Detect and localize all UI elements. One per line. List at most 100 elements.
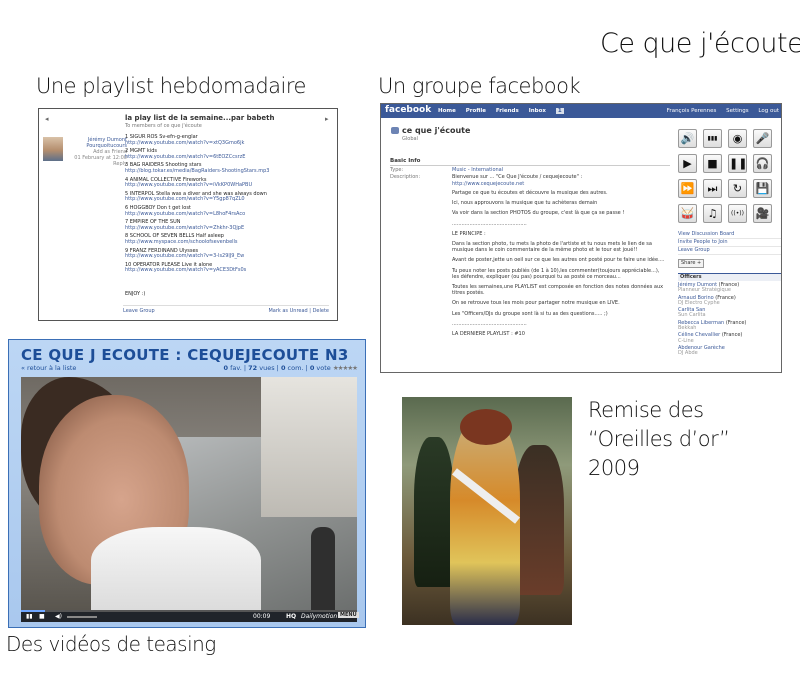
video-person-scarf (91, 527, 261, 610)
caption-facebook: Un groupe facebook (378, 74, 581, 98)
message-signoff: ENJOY :) (125, 291, 146, 297)
menu-button[interactable]: MENU (338, 612, 359, 618)
track-link[interactable]: http://www.myspace.com/schoolofsevenbell… (125, 239, 331, 246)
share-label: Share (681, 260, 696, 266)
photo-figure-center (450, 417, 520, 625)
facebook-logo[interactable]: facebook (385, 105, 431, 115)
officer-item: Rebecca Liberman (France) Bekkah (678, 319, 781, 332)
page-title: Ce que j'écoute (600, 28, 800, 59)
track-link[interactable]: http://www.youtube.com/watch?v=3-ls29lJ9… (125, 253, 331, 260)
rating-stars-icon[interactable]: ★★★★★ (333, 364, 358, 372)
share-plus-icon: + (697, 260, 702, 266)
officer-role: DJ Electro Cyphe (678, 299, 720, 306)
nav-profile[interactable]: Profile (466, 108, 486, 114)
leave-group-link[interactable]: Leave Group (678, 247, 781, 255)
reply-link[interactable]: Reply (69, 161, 127, 167)
list-item: 8 SCHOOL OF SEVEN BELLS Half asleep http:… (125, 234, 331, 245)
list-item: 9 FRANZ FERDINAND Ulysses http://www.yout… (125, 248, 331, 260)
officer-country: (France) (720, 332, 743, 339)
caption-videos: Des vidéos de teasing (6, 632, 216, 656)
list-item: 3 BAG RAIDERS Shooting stars http://blog.… (125, 163, 331, 174)
video-time: 00:09 (253, 613, 271, 620)
photo-figure-hair (460, 409, 512, 445)
officer-role: DJ Abde (678, 350, 698, 357)
pause-icon: ❚❚ (728, 154, 747, 173)
group-name: ce que j'écoute (402, 126, 471, 135)
nav-home[interactable]: Home (438, 108, 456, 114)
track-link[interactable]: http://blog.tokar.es/media/BagRaiders-Sh… (125, 168, 331, 175)
description-paragraph: On se retrouve tous les mois pour partag… (452, 300, 620, 307)
video-player-panel: CE QUE J ECOUTE : CEQUEJECOUTE N3 « reto… (8, 339, 366, 628)
officer-role: Planneur Stratégique (678, 287, 731, 294)
officer-country: (France) (724, 319, 747, 326)
description-paragraph: Toutes les semaines,une PLAYLIST est com… (452, 284, 664, 297)
type-value[interactable]: Music - International (452, 167, 503, 173)
officer-role: Bekkah (678, 325, 697, 332)
officers-heading: Officers (678, 273, 781, 281)
list-item: 5 INTERPOL Stella was a diver and she wa… (125, 191, 331, 203)
votes-label: vote (314, 364, 333, 372)
view-discussion-board-link[interactable]: View Discussion Board (678, 231, 781, 239)
officer-item: Céline Chevallier (France) C-Line (678, 333, 781, 344)
track-link[interactable]: http://www.youtube.com/watch?v=Zhkhr-3Qj… (125, 225, 331, 232)
stop-icon[interactable]: ■ (39, 613, 45, 620)
list-item: 4 ANIMAL COLLECTIVE Fireworks http://www.… (125, 177, 331, 189)
video-progress-fill (21, 610, 45, 612)
views-label: vues | (257, 364, 281, 372)
video-frame[interactable] (21, 377, 357, 610)
track-link[interactable]: http://www.youtube.com/watch?v=6tEOZCcsr… (125, 154, 331, 161)
nav-logout[interactable]: Log out (758, 108, 779, 114)
comments-label[interactable]: com. | (285, 364, 309, 372)
message-title: la play list de la semaine...par babeth (125, 114, 275, 122)
group-description-text: Partage ce que tu écoutes et découvre la… (452, 190, 667, 341)
group-network: Global (402, 136, 418, 142)
description-url-row: http://www.cequejecoute.net (390, 181, 670, 187)
invite-people-link[interactable]: Invite People to Join (678, 239, 781, 247)
playlist-tracks: 1 SIGUR ROS Sv-efn-g-englar http://www.yo… (125, 134, 331, 277)
volume-icon[interactable]: ◀) (55, 613, 62, 620)
leave-group-link[interactable]: Leave Group (123, 308, 155, 314)
mark-unread-link[interactable]: Mark as Unread | Delete (268, 308, 329, 314)
nav-friends[interactable]: Friends (496, 108, 519, 114)
avatar[interactable] (43, 137, 63, 161)
message-header: la play list de la semaine...par babeth … (125, 114, 329, 129)
nav-user[interactable]: François Perennes (667, 108, 717, 114)
track-link[interactable]: http://www.youtube.com/watch?v=Y5gp87qZL… (125, 197, 331, 203)
nav-settings[interactable]: Settings (726, 108, 749, 114)
caption-award-line-3: 2009 (588, 456, 640, 480)
description-paragraph: ........................................… (452, 220, 527, 227)
video-progress-bar[interactable] (21, 610, 357, 612)
nav-inbox-label: Inbox (528, 108, 546, 114)
track-link[interactable]: http://www.youtube.com/watch?v=L8hoF4rsA… (125, 211, 331, 218)
back-to-list-link[interactable]: « retour à la liste (21, 364, 76, 372)
basic-info-heading: Basic Info (390, 158, 670, 166)
equalizer-icon: ▮▮▮ (703, 129, 722, 148)
track-link[interactable]: http://www.youtube.com/watch?v=iVkKP0WHa… (125, 183, 331, 189)
message-footer: Leave Group Mark as Unread | Delete (123, 305, 329, 314)
description-paragraph: LE PRINCIPE : (452, 230, 486, 237)
previous-arrow-icon[interactable]: ◂ (45, 115, 49, 123)
description-paragraph: Va voir dans la section PHOTOS du groupe… (452, 210, 625, 217)
floppy-icon: 💾 (753, 179, 772, 198)
sender-info: Jérémy Dumont Pourquoitucours Add as Fri… (69, 137, 127, 167)
nav-inbox[interactable]: Inbox 1 (529, 108, 572, 114)
fav-label[interactable]: fav. | (228, 364, 248, 372)
caption-playlist: Une playlist hebdomadaire (36, 74, 306, 98)
description-url[interactable]: http://www.cequejecoute.net (452, 181, 524, 187)
video-bollard (311, 527, 335, 610)
hq-toggle[interactable]: HQ (286, 613, 296, 620)
description-paragraph: Partage ce que tu écoutes et découvre la… (452, 190, 608, 196)
share-button[interactable]: Share + (678, 259, 705, 268)
officer-item: Abdenour Garèche DJ Abde (678, 345, 781, 357)
officer-item: Carlita San Sun Carlita (678, 308, 781, 319)
track-link[interactable]: http://www.youtube.com/watch?v=yACE3DtFs… (125, 268, 331, 274)
facebook-nav: Home Profile Friends Inbox 1 (438, 108, 580, 114)
volume-slider[interactable] (67, 616, 97, 618)
dailymotion-logo[interactable]: Dailymotion (301, 613, 337, 620)
description-paragraph: ........................................… (452, 320, 527, 327)
fast-forward-icon: ⏩ (678, 179, 697, 198)
track-link[interactable]: http://www.youtube.com/watch?v=xtQ3Gmo6j… (125, 140, 331, 147)
playlist-message: ◂ ▸ la play list de la semaine...par bab… (38, 108, 338, 321)
description-paragraph: Ici, nous approuvons la musique que tu a… (452, 200, 598, 207)
play-icon[interactable]: ▮▮ (26, 613, 33, 620)
